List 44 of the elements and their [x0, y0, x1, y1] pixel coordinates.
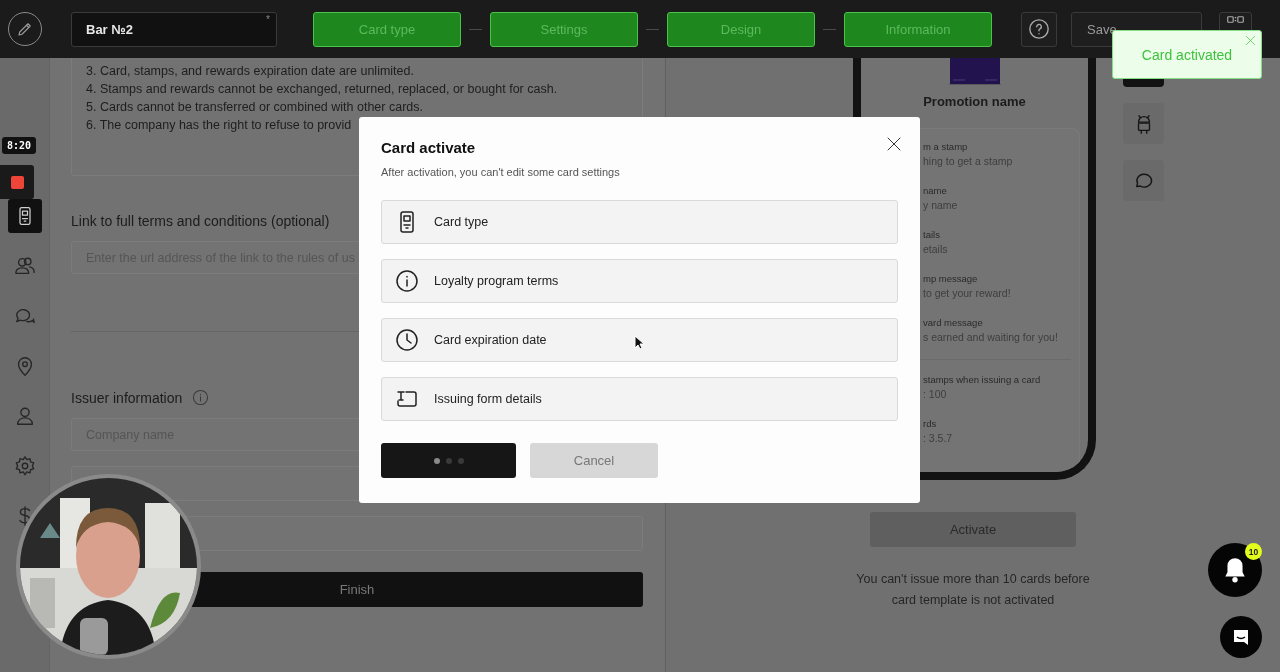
activation-notice: You can't issue more than 10 cards before card template is not activated — [855, 571, 1091, 609]
link-label: Link to full terms and conditions (optional) — [71, 213, 330, 229]
stop-recording-button[interactable] — [0, 165, 34, 199]
terms-line: 5. Cards cannot be transferred or combined with other cards. — [86, 99, 424, 116]
issuer-title: Issuer information — [71, 389, 183, 406]
settings-item[interactable]: Issuing form details — [381, 377, 898, 421]
settings-icon — [13, 455, 36, 477]
people-icon — [13, 255, 36, 277]
chat-bubble-icon — [1231, 627, 1251, 647]
question-icon — [1028, 17, 1050, 41]
settings-item[interactable]: Card type — [381, 200, 898, 244]
pencil-icon — [16, 20, 34, 38]
clock-icon — [395, 328, 419, 352]
message-button[interactable] — [1123, 160, 1164, 201]
help-button[interactable] — [1021, 11, 1057, 47]
recording-timer: 8:20 — [2, 137, 37, 154]
terms-line: 6. The company has the right to refuse to provid — [86, 117, 353, 134]
field-label: name — [923, 185, 948, 197]
field-label: rds — [923, 418, 938, 430]
card-image — [948, 58, 1001, 85]
settings-item[interactable]: Loyalty program terms — [381, 259, 898, 303]
close-button[interactable] — [886, 136, 902, 152]
card-name-field[interactable]: Bar №2 * — [71, 11, 277, 47]
promotion-name: Promotion name — [923, 94, 1026, 109]
dialog-subtitle: After activation, you can't edit some card settings — [381, 166, 620, 178]
qr-code-icon — [1226, 15, 1245, 23]
field-label: stamps when issuing a card — [923, 374, 1042, 386]
toast-message: Card activated — [1141, 46, 1233, 63]
required-mark: * — [266, 13, 270, 25]
info-icon — [395, 269, 419, 293]
cancel-button[interactable]: Cancel — [530, 443, 658, 478]
settings-item[interactable]: Card expiration date — [381, 318, 898, 362]
terms-line: 3. Card, stamps, and rewards expiration date are unlimited. — [86, 63, 415, 80]
info-icon — [192, 389, 210, 406]
cursor-icon — [634, 335, 644, 350]
close-icon — [1245, 35, 1256, 46]
close-icon — [886, 136, 902, 152]
android-button[interactable] — [1123, 103, 1164, 144]
terms-line: 4. Stamps and rewards cannot be exchanged, returned, replaced, or bought for cash. — [86, 81, 559, 98]
field-label: mp message — [923, 273, 979, 285]
field-label: vard message — [923, 317, 984, 329]
field-label: tails — [923, 229, 941, 241]
sidebar-item[interactable] — [7, 199, 42, 233]
dialog-title: Card activate — [381, 139, 476, 156]
